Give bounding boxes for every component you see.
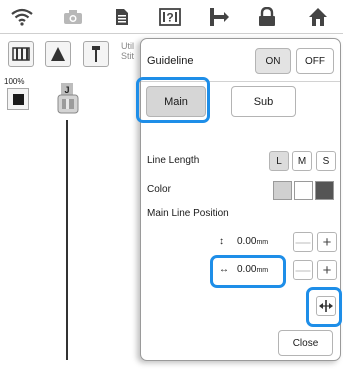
svg-text:?: ? [166,11,173,25]
vertical-value-unit: mm [256,239,269,246]
color-swatch-light-gray[interactable] [273,181,292,200]
lock-icon[interactable] [253,5,281,29]
line-length-label: Line Length [147,155,200,166]
presser-foot-icon: J [56,83,80,122]
vertical-value-number: 0.00 [237,236,257,247]
size-m-button[interactable]: M [292,151,312,171]
home-icon[interactable] [304,5,332,29]
vertical-arrow-icon: ↕ [219,236,224,247]
screen: ? Util Stit 100% J Guideline ON OFF Main… [0,0,343,369]
vertical-minus-button[interactable]: — [293,232,313,252]
dialog-title: Guideline [147,55,194,67]
color-swatch-dark-gray[interactable] [315,181,334,200]
close-button[interactable]: Close [278,330,333,356]
utility-stitch-label: Util Stit [121,41,134,61]
zoom-button[interactable] [7,88,29,110]
size-l-button[interactable]: L [269,151,289,171]
guideline-main-line [66,120,68,360]
top-toolbar: ? [0,0,343,34]
center-button-highlight [306,287,342,327]
vertical-plus-button[interactable]: + [317,232,337,252]
pin-icon [92,46,100,62]
foot-letter: J [64,85,69,95]
tab-sub[interactable]: Sub [231,86,296,117]
off-button[interactable]: OFF [296,48,334,74]
util-line-1: Util [121,41,134,51]
horizontal-plus-button[interactable]: + [317,260,337,280]
document-icon[interactable] [108,5,136,29]
color-label: Color [147,184,171,195]
wifi-icon[interactable] [8,5,36,29]
size-s-button[interactable]: S [316,151,336,171]
util-line-2: Stit [121,51,135,61]
camera-icon[interactable] [59,5,87,29]
horizontal-minus-button[interactable]: — [293,260,313,280]
horizontal-value-highlight [210,255,286,288]
needle-button[interactable] [83,41,109,67]
zoom-label: 100% [4,77,25,86]
on-button[interactable]: ON [255,48,291,74]
cone-button[interactable] [45,41,71,67]
vertical-position-row: ↕ 0.00mm — + [201,232,341,254]
thread-icon[interactable] [205,5,233,29]
help-icon[interactable]: ? [156,5,184,29]
main-tab-highlight [136,77,210,123]
vertical-value: 0.00mm [237,236,268,247]
triangle-icon [51,47,65,61]
color-swatch-white[interactable] [294,181,313,200]
pattern-map-button[interactable] [8,41,34,67]
main-line-position-label: Main Line Position [147,208,229,219]
map-icon [12,47,30,61]
